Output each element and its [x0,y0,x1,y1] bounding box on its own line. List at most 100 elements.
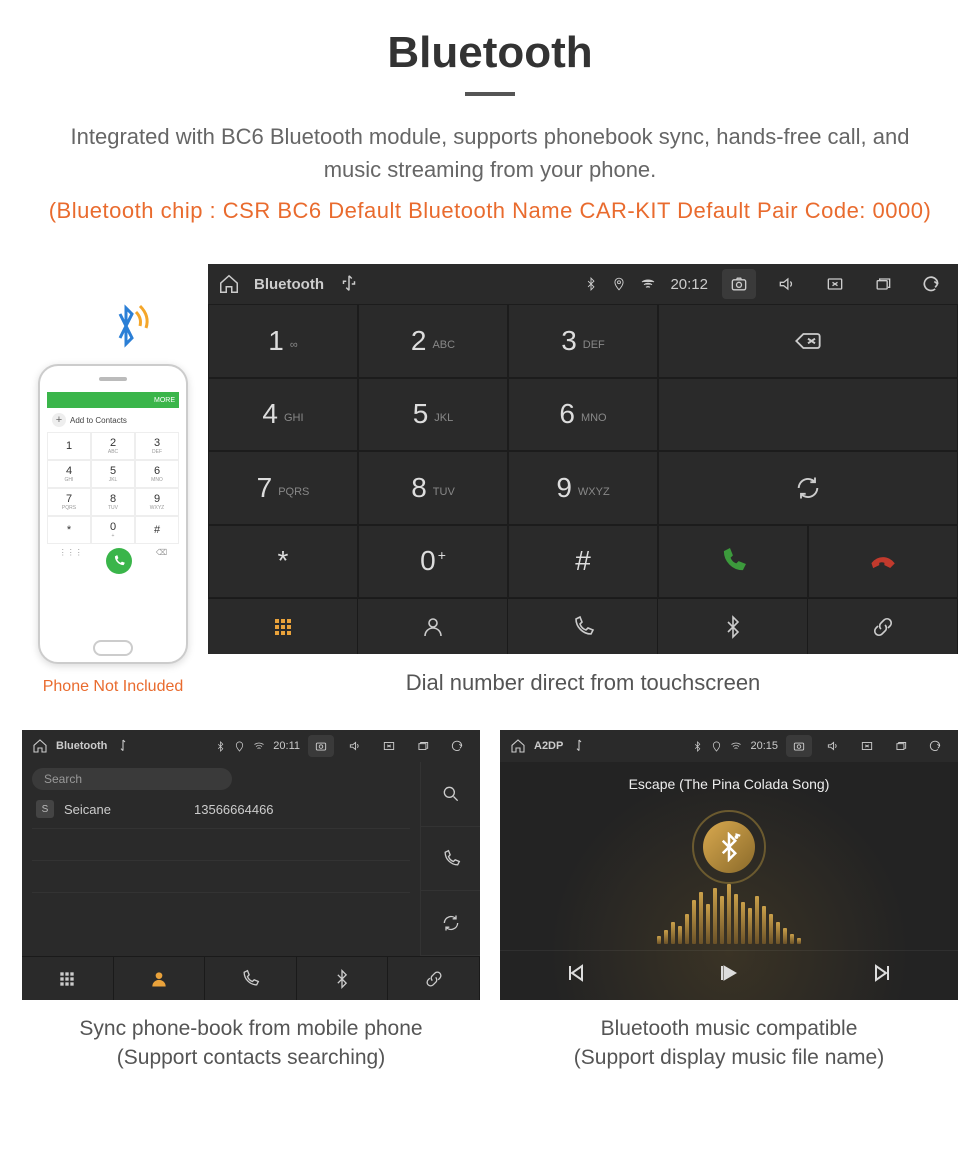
home-icon[interactable] [32,738,48,754]
now-playing-title: Escape (The Pina Colada Song) [629,776,830,792]
back-button[interactable] [444,735,470,757]
wifi-icon [253,738,265,754]
contacts-screenshot: Bluetooth 20:11 Search S Seicane 1356666… [22,730,480,1000]
prev-track-button[interactable] [564,961,588,990]
tab-contacts[interactable] [114,957,206,1000]
dialpad-key-#[interactable]: # [508,525,658,599]
contact-row-empty [32,893,410,925]
dialpad-key-2[interactable]: 2ABC [358,304,508,378]
dialpad-key-7[interactable]: 7PQRS [208,451,358,525]
phone-mock-call-button [106,548,132,574]
phone-mock-key: 9WXYZ [135,488,179,516]
album-art-icon [692,810,766,884]
add-contact-label: Add to Contacts [70,416,127,425]
volume-button[interactable] [820,735,846,757]
bluetooth-icon [584,273,598,295]
phone-mock-key: 0+ [91,516,135,544]
back-button[interactable] [914,269,948,299]
tab-bluetooth[interactable] [658,599,808,654]
title-underline [465,92,515,96]
phone-mock-key: 3DEF [135,432,179,460]
dialpad-key-0[interactable]: 0+ [358,525,508,599]
search-button[interactable] [421,762,480,827]
phone-mock-key: 6MNO [135,460,179,488]
tab-keypad[interactable] [22,957,114,1000]
backspace-button[interactable] [658,304,958,378]
contacts-caption: Sync phone-book from mobile phone (Suppo… [22,1014,480,1073]
contact-name: Seicane [64,802,184,817]
contact-row-empty [32,861,410,893]
location-icon [234,738,245,754]
screenshot-button[interactable] [786,735,812,757]
recent-apps-button[interactable] [410,735,436,757]
tab-keypad[interactable] [208,599,358,654]
contact-row-empty [32,829,410,861]
play-pause-button[interactable] [717,961,741,990]
next-track-button[interactable] [870,961,894,990]
status-time: 20:12 [670,276,708,293]
phone-mock-key: 5JKL [91,460,135,488]
tab-bluetooth[interactable] [297,957,389,1000]
dialpad-key-8[interactable]: 8TUV [358,451,508,525]
music-caption: Bluetooth music compatible (Support disp… [500,1014,958,1073]
call-button[interactable] [658,525,808,599]
sync-button[interactable] [421,891,480,956]
dialpad-key-5[interactable]: 5JKL [358,378,508,452]
hero-specs: (Bluetooth chip : CSR BC6 Default Blueto… [0,198,980,224]
page-title: Bluetooth [0,28,980,78]
screenshot-button[interactable] [722,269,756,299]
contacts-status-title: Bluetooth [56,740,107,752]
music-statusbar: A2DP 20:15 [500,730,958,762]
tab-calllog[interactable] [205,957,297,1000]
equalizer-visual [500,884,958,944]
volume-button[interactable] [770,269,804,299]
close-window-button[interactable] [376,735,402,757]
empty-cell [658,378,958,452]
back-button[interactable] [922,735,948,757]
phone-mock-key: 2ABC [91,432,135,460]
recent-apps-button[interactable] [888,735,914,757]
add-contact-icon: + [52,413,66,427]
phone-mock-key: 8TUV [91,488,135,516]
phone-mock-key: 1 [47,432,91,460]
close-window-button[interactable] [818,269,852,299]
dialpad-key-6[interactable]: 6MNO [508,378,658,452]
volume-button[interactable] [342,735,368,757]
location-icon [711,738,722,754]
phone-mock-key: # [135,516,179,544]
dialer-caption: Dial number direct from touchscreen [208,670,958,696]
dialpad-key-4[interactable]: 4GHI [208,378,358,452]
contact-initial-badge: S [36,800,54,818]
wifi-icon [730,738,742,754]
contact-number: 13566664466 [194,802,274,817]
dialer-status-title: Bluetooth [254,276,324,293]
status-time: 20:15 [750,740,778,752]
dialpad-key-9[interactable]: 9WXYZ [508,451,658,525]
dialpad-key-*[interactable]: * [208,525,358,599]
close-window-button[interactable] [854,735,880,757]
phone-mock-topbar: MORE [47,392,179,408]
search-input[interactable]: Search [32,768,232,790]
contact-row[interactable]: S Seicane 13566664466 [32,790,410,829]
bluetooth-icon [692,738,703,754]
tab-contacts[interactable] [358,599,508,654]
recent-apps-button[interactable] [866,269,900,299]
dialpad-key-1[interactable]: 1∞ [208,304,358,378]
status-time: 20:11 [273,740,300,752]
tab-pair[interactable] [808,599,958,654]
dialpad-key-3[interactable]: 3DEF [508,304,658,378]
phone-mock-backspace-icon: ⌫ [156,548,167,574]
sync-button[interactable] [658,451,958,525]
tab-pair[interactable] [388,957,480,1000]
wifi-icon [640,273,656,295]
phone-mockup: MORE + Add to Contacts 12ABC3DEF4GHI5JKL… [38,364,188,664]
call-button[interactable] [421,827,480,892]
screenshot-button[interactable] [308,735,334,757]
dialer-statusbar: Bluetooth 20:12 [208,264,958,304]
contacts-statusbar: Bluetooth 20:11 [22,730,480,762]
tab-calllog[interactable] [508,599,658,654]
home-icon[interactable] [218,273,240,295]
hangup-button[interactable] [808,525,958,599]
home-icon[interactable] [510,738,526,754]
phone-mock-key: * [47,516,91,544]
